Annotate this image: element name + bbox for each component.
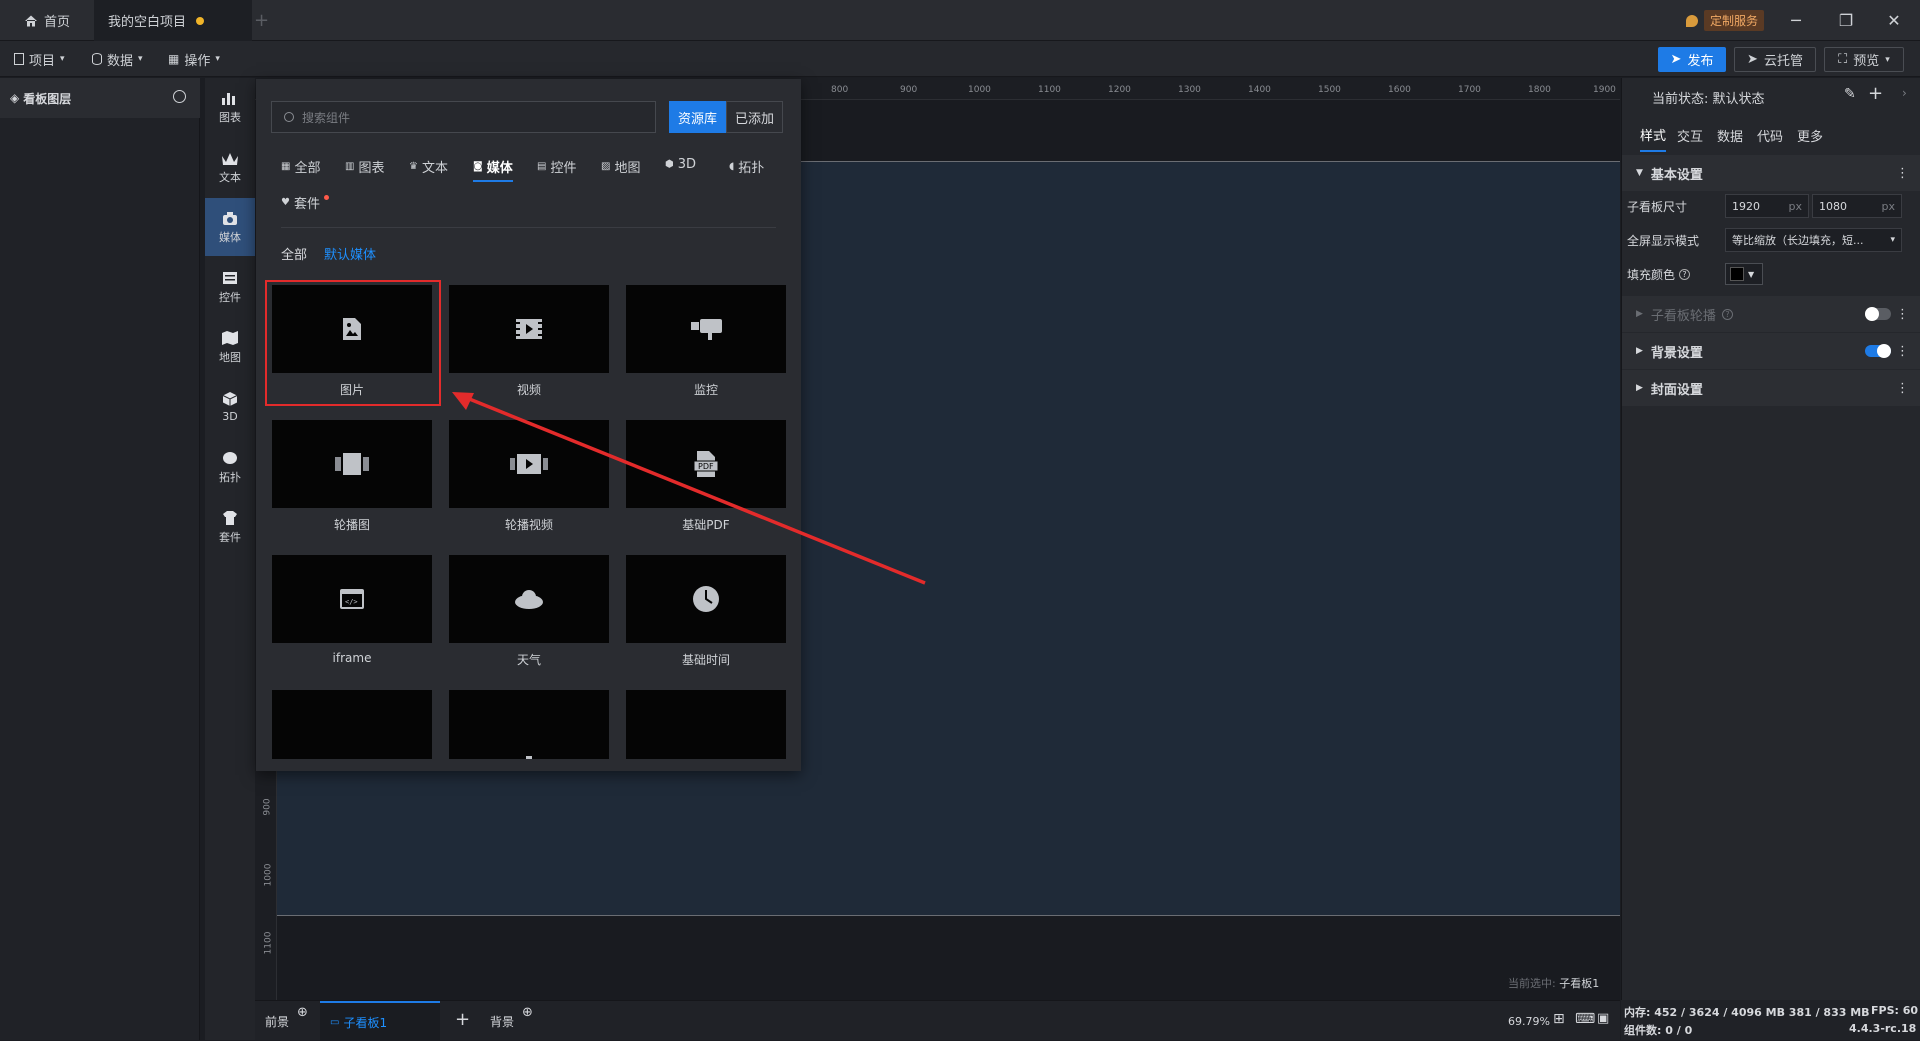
section-carousel[interactable]: ▶ 子看板轮播 ? ⋮ bbox=[1622, 296, 1920, 332]
toggle-knob bbox=[1877, 344, 1891, 358]
status-bar: 内存: 452 / 3624 / 4096 MB 381 / 833 MB FP… bbox=[1621, 1000, 1920, 1040]
more-icon[interactable]: ⋮ bbox=[1896, 381, 1909, 396]
caret-down-icon: ▼ bbox=[1748, 269, 1755, 279]
section-title: 背景设置 bbox=[1650, 345, 1703, 361]
components-value: 0 / 0 bbox=[1665, 1024, 1693, 1037]
caret-right-icon: ▶ bbox=[1636, 346, 1643, 356]
add-state-icon[interactable]: + bbox=[1868, 83, 1883, 104]
fullscreen-value: 等比缩放（长边填充，短... bbox=[1732, 234, 1864, 247]
size-label: 子看板尺寸 bbox=[1627, 200, 1688, 214]
component-count: 组件数: 0 / 0 bbox=[1624, 1022, 1692, 1038]
panel-tabs: 样式 交互 数据 代码 更多 bbox=[1622, 118, 1920, 152]
height-input[interactable]: 1080 px bbox=[1812, 194, 1902, 218]
monitor-icon: ▭ bbox=[330, 1016, 340, 1028]
more-icon[interactable]: ⋮ bbox=[1896, 166, 1909, 181]
fill-label: 填充颜色 bbox=[1627, 268, 1676, 282]
memory-info: 内存: 452 / 3624 / 4096 MB 381 / 833 MB bbox=[1624, 1004, 1870, 1020]
fullscreen-label: 全屏显示模式 bbox=[1627, 234, 1700, 248]
terminal-icon[interactable]: ▣ bbox=[1597, 1011, 1609, 1026]
state-label: 当前状态: bbox=[1652, 92, 1709, 107]
fps-label: FPS: bbox=[1871, 1004, 1899, 1017]
chevron-right-icon[interactable]: › bbox=[1902, 86, 1907, 100]
add-foreground-icon[interactable]: ⊕ bbox=[297, 1005, 308, 1020]
bottom-bar: 前景 ⊕ ▭ 子看板1 + 背景 ⊕ 69.79% ⊞ ⌨ ▣ bbox=[255, 1000, 1620, 1041]
toggle-knob bbox=[1865, 307, 1879, 321]
add-board-icon[interactable]: + bbox=[455, 1009, 470, 1030]
current-state: 当前状态: 默认状态 bbox=[1652, 88, 1765, 107]
tab-more[interactable]: 更多 bbox=[1797, 118, 1823, 152]
board-tab-label: 子看板1 bbox=[343, 1015, 388, 1030]
fill-color-row: 填充颜色 ? bbox=[1627, 266, 1691, 283]
unit-label: px bbox=[1788, 199, 1803, 213]
more-icon[interactable]: ⋮ bbox=[1896, 344, 1909, 359]
width-input[interactable]: 1920 px bbox=[1725, 194, 1809, 218]
edit-icon[interactable]: ✎ bbox=[1844, 86, 1856, 102]
property-panel: 当前状态: 默认状态 ✎ + › 样式 交互 数据 代码 更多 ▼ 基本设置 ⋮… bbox=[1621, 78, 1920, 1000]
fill-color-picker[interactable]: ▼ bbox=[1725, 263, 1763, 285]
height-value: 1080 bbox=[1819, 199, 1847, 213]
state-value: 默认状态 bbox=[1712, 92, 1765, 107]
background-tab[interactable]: 背景 bbox=[490, 1013, 514, 1030]
section-title: 子看板轮播 bbox=[1650, 308, 1716, 324]
memory-value: 452 / 3624 / 4096 MB 381 / 833 MB bbox=[1654, 1006, 1870, 1019]
fps-value: 60 bbox=[1902, 1004, 1919, 1017]
section-basic-settings[interactable]: ▼ 基本设置 ⋮ bbox=[1622, 155, 1920, 191]
foreground-tab[interactable]: 前景 bbox=[265, 1013, 289, 1030]
width-value: 1920 bbox=[1732, 199, 1760, 213]
caret-down-icon: ▼ bbox=[1636, 168, 1643, 178]
caret-right-icon: ▶ bbox=[1636, 309, 1643, 319]
version: 4.4.3-rc.18 bbox=[1849, 1022, 1917, 1035]
memory-label: 内存: bbox=[1624, 1006, 1651, 1019]
color-swatch bbox=[1730, 267, 1744, 281]
more-icon[interactable]: ⋮ bbox=[1896, 307, 1909, 322]
tab-code[interactable]: 代码 bbox=[1757, 118, 1783, 152]
add-background-icon[interactable]: ⊕ bbox=[522, 1005, 533, 1020]
board-tab[interactable]: ▭ 子看板1 bbox=[320, 1001, 440, 1041]
section-title: 基本设置 bbox=[1650, 167, 1703, 183]
tab-style[interactable]: 样式 bbox=[1640, 118, 1667, 152]
tab-data[interactable]: 数据 bbox=[1717, 118, 1743, 152]
carousel-toggle[interactable] bbox=[1865, 307, 1891, 321]
tab-interaction[interactable]: 交互 bbox=[1677, 118, 1703, 152]
help-icon[interactable]: ? bbox=[1721, 308, 1733, 320]
zoom-level[interactable]: 69.79% bbox=[1508, 1015, 1550, 1028]
caret-right-icon: ▶ bbox=[1636, 383, 1643, 393]
unit-label: px bbox=[1881, 199, 1896, 213]
section-background[interactable]: ▶ 背景设置 ⋮ bbox=[1622, 333, 1920, 369]
components-label: 组件数: bbox=[1624, 1024, 1662, 1037]
fps-info: FPS: 60 bbox=[1871, 1004, 1918, 1017]
section-title: 封面设置 bbox=[1650, 382, 1703, 398]
section-cover[interactable]: ▶ 封面设置 ⋮ bbox=[1622, 370, 1920, 406]
help-icon[interactable]: ? bbox=[1679, 269, 1691, 280]
keyboard-icon[interactable]: ⌨ bbox=[1575, 1011, 1595, 1027]
chevron-down-icon: ▾ bbox=[1890, 235, 1895, 245]
fit-icon[interactable]: ⊞ bbox=[1553, 1011, 1565, 1027]
background-toggle[interactable] bbox=[1865, 344, 1891, 358]
fullscreen-select[interactable]: 等比缩放（长边填充，短... ▾ bbox=[1725, 228, 1902, 252]
